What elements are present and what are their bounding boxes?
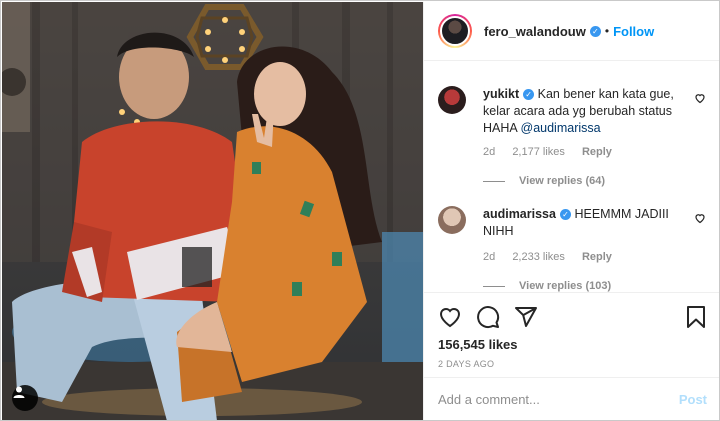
post-header: fero_walandouw ✓ • Follow <box>424 2 719 61</box>
instagram-post-window: fero_walandouw ✓ • Follow yukikt ✓ Kan be… <box>0 0 720 421</box>
commenter-avatar[interactable] <box>438 86 466 114</box>
likes-count[interactable]: 156,545 likes <box>438 337 707 352</box>
comment-age: 2d <box>483 251 496 263</box>
comment-text: audimarissa ✓ HEEMMM JADIII NIHH <box>483 206 693 240</box>
save-button[interactable] <box>685 305 707 329</box>
comment-likes[interactable]: 2,177 likes <box>512 146 565 158</box>
action-icons-row <box>438 299 707 335</box>
verified-badge-icon: ✓ <box>523 89 535 100</box>
post-timestamp[interactable]: 2 DAYS AGO <box>438 359 707 369</box>
author-avatar[interactable] <box>438 14 472 48</box>
post-photo[interactable] <box>2 2 423 420</box>
comment-input[interactable] <box>438 392 679 407</box>
comment-mention[interactable]: @audimarissa <box>521 121 601 135</box>
header-separator: • <box>604 24 610 38</box>
verified-badge-icon: ✓ <box>559 209 571 220</box>
commenter-avatar[interactable] <box>438 206 466 234</box>
view-replies-label: View replies (64) <box>519 175 606 187</box>
comment-button[interactable] <box>476 305 500 329</box>
comment-age: 2d <box>483 146 496 158</box>
view-replies-label: View replies (103) <box>519 280 612 292</box>
comment-item: yukikt ✓ Kan bener kan kata gue, kelar ac… <box>438 86 708 196</box>
commenter-username[interactable]: yukikt <box>483 87 519 101</box>
comment-likes[interactable]: 2,233 likes <box>512 251 565 263</box>
share-button[interactable] <box>514 305 538 329</box>
reply-button[interactable]: Reply <box>582 251 612 263</box>
view-replies-button[interactable]: View replies (103) <box>483 280 611 292</box>
heart-icon <box>439 308 461 328</box>
post-side-panel: fero_walandouw ✓ • Follow yukikt ✓ Kan be… <box>423 2 719 420</box>
photo-illustration <box>2 2 423 420</box>
verified-badge-icon: ✓ <box>589 25 601 37</box>
comment-meta: 2d 2,233 likes Reply <box>483 251 626 263</box>
reply-button[interactable]: Reply <box>582 146 612 158</box>
like-button[interactable] <box>438 306 462 328</box>
bookmark-icon <box>687 306 705 328</box>
follow-button[interactable]: Follow <box>613 24 654 39</box>
author-username[interactable]: fero_walandouw <box>484 24 586 39</box>
comment-meta: 2d 2,177 likes Reply <box>483 146 626 158</box>
comment-text: yukikt ✓ Kan bener kan kata gue, kelar ac… <box>483 86 693 137</box>
comment-item: audimarissa ✓ HEEMMM JADIII NIHH 2d 2,233… <box>438 206 708 292</box>
share-icon <box>515 307 537 327</box>
post-actions: 156,545 likes 2 DAYS AGO <box>424 292 719 369</box>
view-replies-button[interactable]: View replies (64) <box>483 175 605 187</box>
user-tag-icon <box>13 386 25 398</box>
user-tag-button[interactable] <box>12 385 38 411</box>
comment-icon <box>477 306 500 329</box>
comments-list[interactable]: yukikt ✓ Kan bener kan kata gue, kelar ac… <box>424 62 719 292</box>
heart-icon[interactable] <box>694 92 706 104</box>
post-comment-button[interactable]: Post <box>679 392 707 407</box>
heart-icon[interactable] <box>694 212 706 224</box>
commenter-username[interactable]: audimarissa <box>483 207 556 221</box>
comment-composer: Post <box>424 377 719 420</box>
